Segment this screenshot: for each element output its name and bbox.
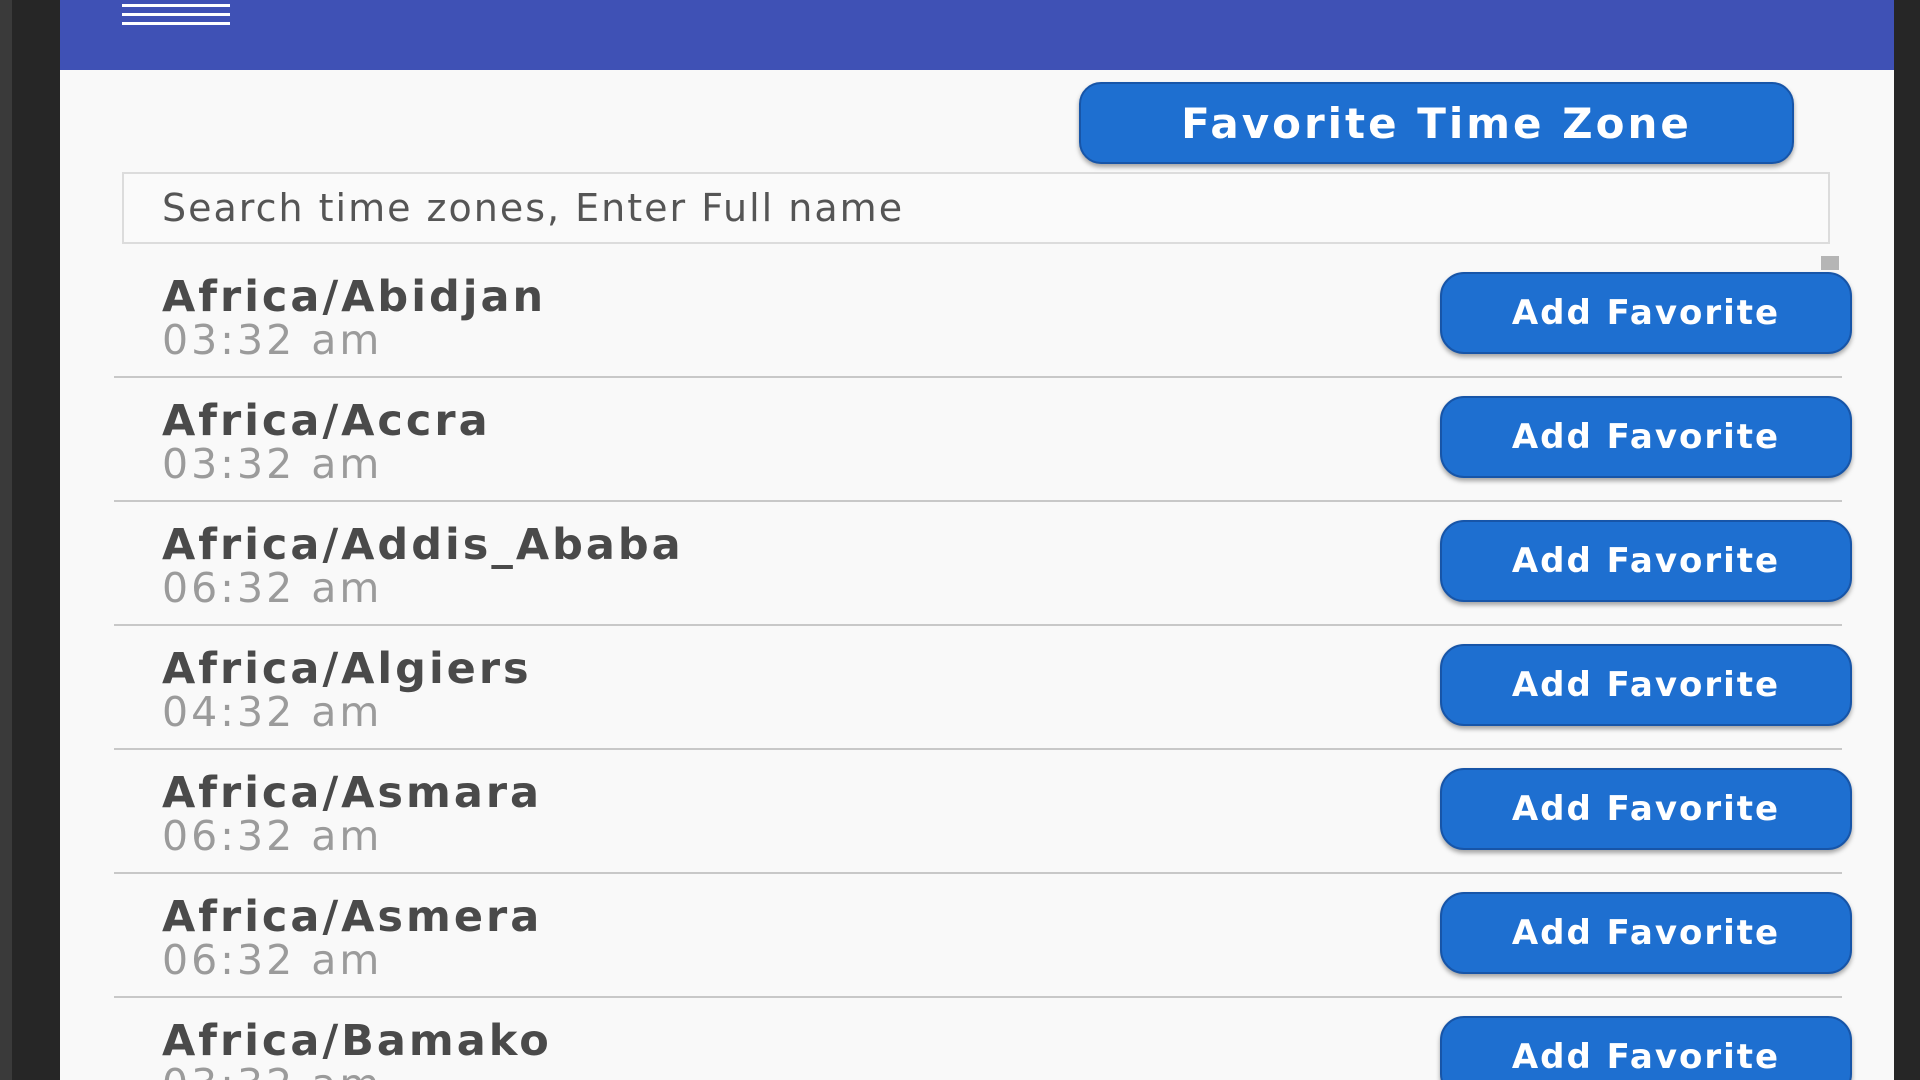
timezone-name: Africa/Addis_Ababa <box>162 520 684 570</box>
add-favorite-button[interactable]: Add Favorite <box>1440 892 1852 974</box>
app-screen: Favorite Time Zone Africa/Abidjan 03:32 … <box>60 0 1894 1080</box>
timezone-name: Africa/Bamako <box>162 1016 552 1066</box>
add-favorite-button[interactable]: Add Favorite <box>1440 644 1852 726</box>
timezone-name: Africa/Asmara <box>162 768 543 818</box>
list-item: Africa/Accra 03:32 am Add Favorite <box>114 378 1852 502</box>
device-bezel <box>0 0 12 1080</box>
timezone-name: Africa/Algiers <box>162 644 532 694</box>
list-item: Africa/Asmera 06:32 am Add Favorite <box>114 874 1852 998</box>
list-item: Africa/Asmara 06:32 am Add Favorite <box>114 750 1852 874</box>
timezone-time: 04:32 am <box>162 688 383 736</box>
device-frame: Favorite Time Zone Africa/Abidjan 03:32 … <box>0 0 1920 1080</box>
add-favorite-button[interactable]: Add Favorite <box>1440 1016 1852 1080</box>
list-item: Africa/Abidjan 03:32 am Add Favorite <box>114 254 1852 378</box>
search-input[interactable] <box>122 172 1830 244</box>
timezone-time: 03:32 am <box>162 316 383 364</box>
add-favorite-button[interactable]: Add Favorite <box>1440 272 1852 354</box>
timezone-time: 06:32 am <box>162 812 383 860</box>
timezone-time: 06:32 am <box>162 564 383 612</box>
menu-line <box>122 22 230 25</box>
menu-line <box>122 4 230 7</box>
timezone-time: 03:32 am <box>162 1060 382 1080</box>
timezone-name: Africa/Accra <box>162 396 491 446</box>
timezone-name: Africa/Abidjan <box>162 272 547 322</box>
timezone-time: 03:32 am <box>162 440 383 488</box>
list-item: Africa/Algiers 04:32 am Add Favorite <box>114 626 1852 750</box>
list-item: Africa/Bamako 03:32 am Add Favorite <box>114 998 1852 1080</box>
add-favorite-button[interactable]: Add Favorite <box>1440 396 1852 478</box>
timezone-list: Africa/Abidjan 03:32 am Add Favorite Afr… <box>114 254 1852 1080</box>
hamburger-menu-icon[interactable] <box>122 4 232 38</box>
timezone-name: Africa/Asmera <box>162 892 543 942</box>
add-favorite-button[interactable]: Add Favorite <box>1440 520 1852 602</box>
favorite-time-zone-button[interactable]: Favorite Time Zone <box>1079 82 1794 164</box>
menu-line <box>122 13 230 16</box>
app-bar <box>60 0 1894 70</box>
list-item: Africa/Addis_Ababa 06:32 am Add Favorite <box>114 502 1852 626</box>
add-favorite-button[interactable]: Add Favorite <box>1440 768 1852 850</box>
timezone-time: 06:32 am <box>162 936 383 984</box>
